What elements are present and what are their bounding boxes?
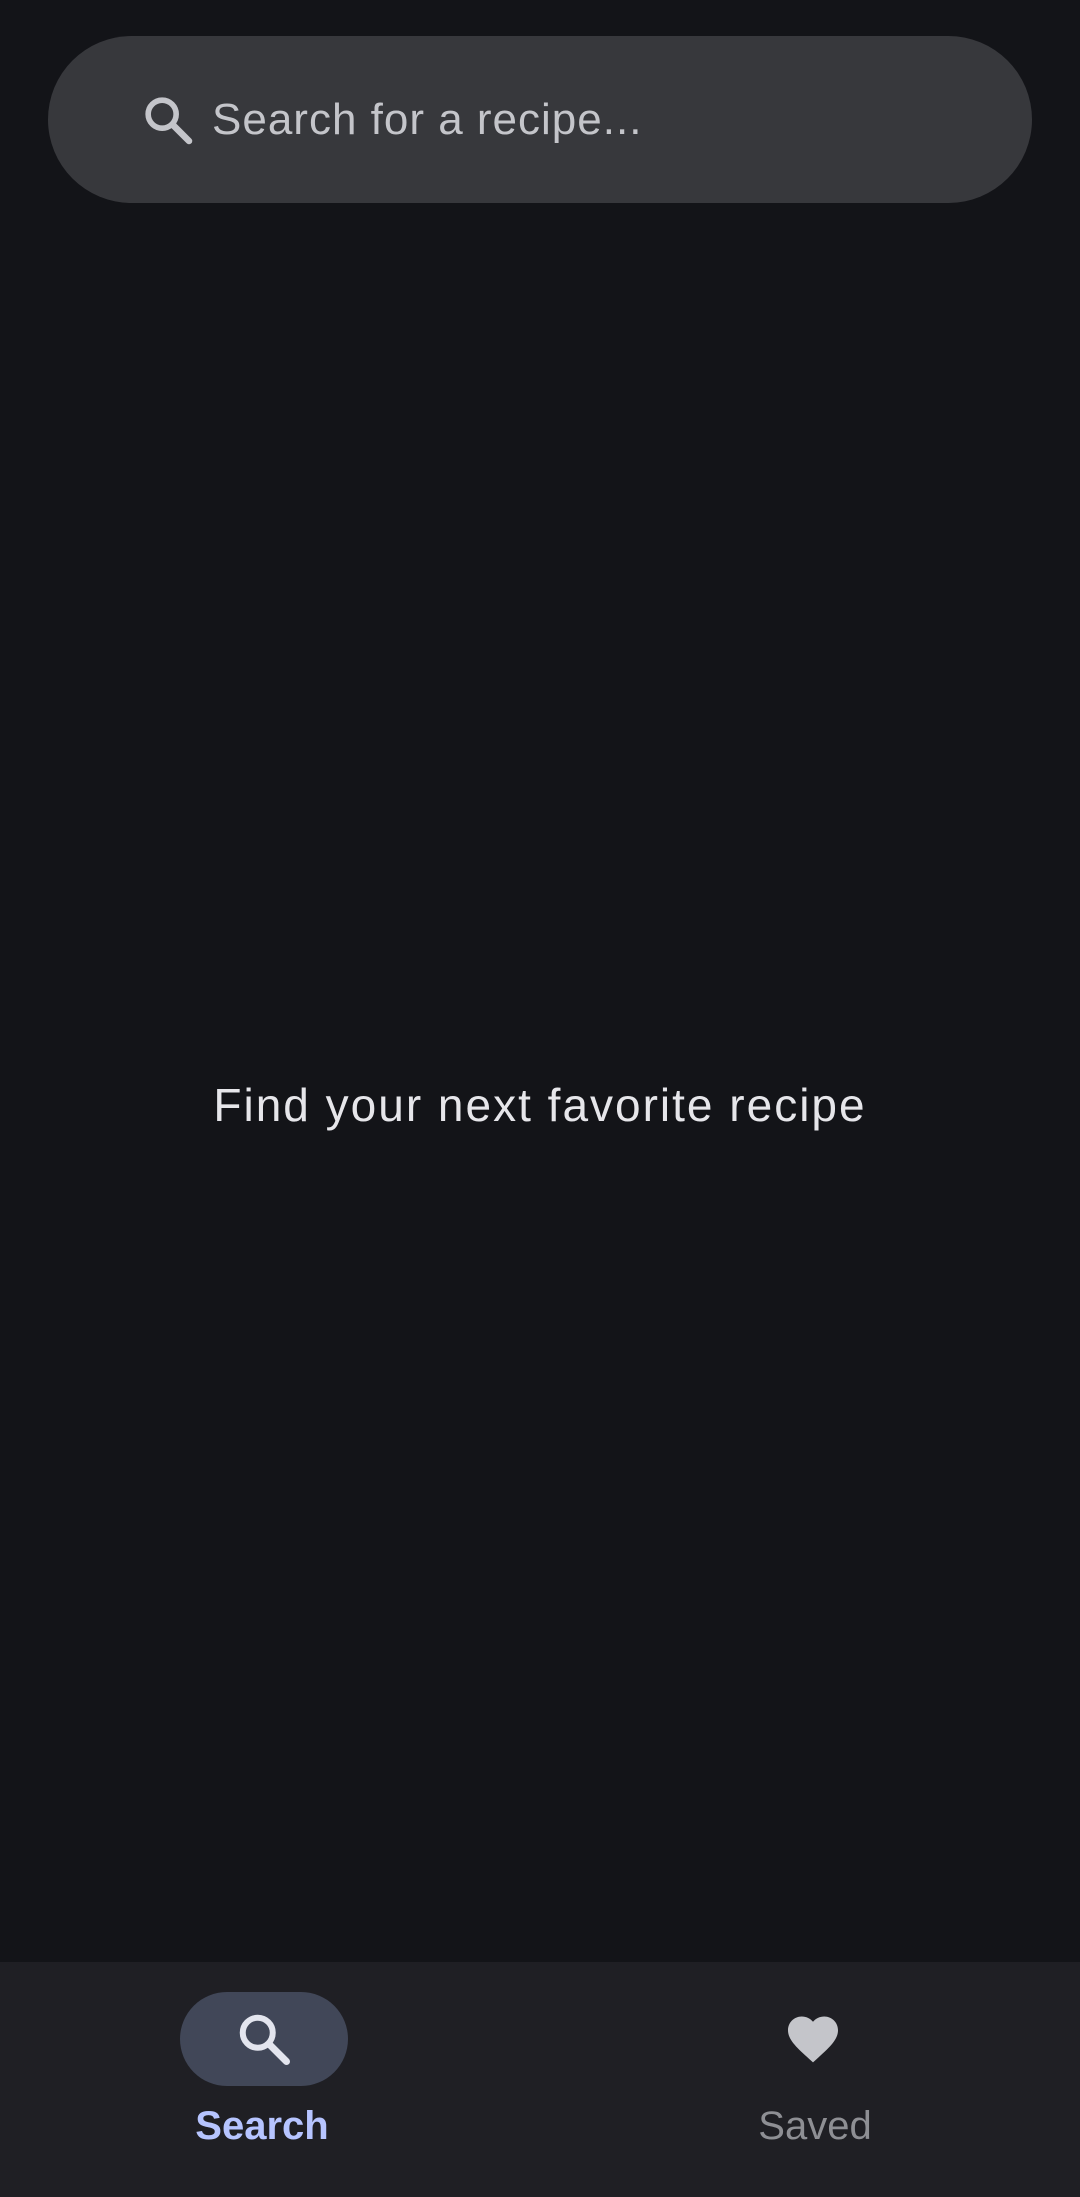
nav-label-search: Search	[195, 2104, 329, 2148]
nav-label-saved: Saved	[758, 2104, 872, 2148]
search-input[interactable]	[204, 76, 992, 164]
screen: Find your next favorite recipe Search Sa…	[0, 0, 1080, 2197]
nav-item-search[interactable]: Search	[0, 1962, 540, 2197]
search-icon	[239, 2014, 290, 2065]
search-icon	[145, 97, 193, 145]
search-bar[interactable]	[48, 36, 1032, 203]
bottom-navigation: Search Saved	[0, 1962, 1080, 2197]
heart-icon	[788, 2016, 838, 2063]
empty-state-message: Find your next favorite recipe	[213, 1079, 867, 1131]
nav-item-saved[interactable]: Saved	[540, 1962, 1080, 2197]
